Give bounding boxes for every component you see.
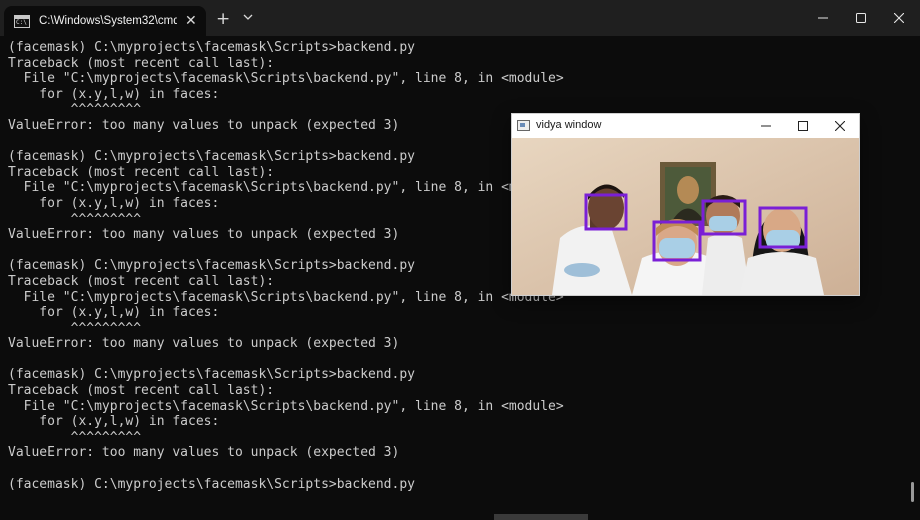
console-line: Traceback (most recent call last): xyxy=(8,383,275,399)
console-line: (facemask) C:\myprojects\facemask\Script… xyxy=(8,367,415,383)
tab-title: C:\Windows\System32\cmd.e xyxy=(39,15,177,27)
video-window-title: vidya window xyxy=(536,119,602,131)
minimize-icon xyxy=(818,17,828,19)
minimize-icon xyxy=(761,125,771,127)
tab-cmd[interactable]: C:\Windows\System32\cmd.e ✕ xyxy=(4,6,206,36)
console-scrollbar[interactable] xyxy=(911,482,914,502)
tab-close-icon[interactable]: ✕ xyxy=(185,13,197,29)
terminal-titlebar[interactable]: C:\Windows\System32\cmd.e ✕ + xyxy=(0,0,920,36)
maximize-icon xyxy=(798,121,808,131)
close-icon xyxy=(835,121,845,131)
close-window-button[interactable] xyxy=(876,0,920,36)
console-line: File "C:\myprojects\facemask\Scripts\bac… xyxy=(8,398,564,414)
app-icon xyxy=(517,120,530,131)
video-close-button[interactable] xyxy=(821,114,859,138)
video-window: vidya window xyxy=(511,113,860,296)
console-line: ValueError: too many values to unpack (e… xyxy=(8,445,400,461)
new-tab-button[interactable]: + xyxy=(216,9,230,29)
console-line: for (x.y,l,w) in faces: xyxy=(8,305,220,321)
console-line: (facemask) C:\myprojects\facemask\Script… xyxy=(8,476,415,492)
console-line: for (x.y,l,w) in faces: xyxy=(8,86,220,102)
console-line: ValueError: too many values to unpack (e… xyxy=(8,336,400,352)
video-titlebar[interactable]: vidya window xyxy=(512,114,859,138)
console-line: Traceback (most recent call last): xyxy=(8,55,275,71)
console-line: (facemask) C:\myprojects\facemask\Script… xyxy=(8,40,415,55)
taskbar-peek xyxy=(494,514,588,520)
tab-dropdown-button[interactable] xyxy=(243,12,253,22)
cmd-icon xyxy=(14,14,30,28)
console-line: for (x.y,l,w) in faces: xyxy=(8,414,220,430)
close-icon xyxy=(894,13,904,23)
camera-frame xyxy=(512,138,859,295)
camera-image xyxy=(512,138,859,295)
console-line: ^^^^^^^^^ xyxy=(8,320,142,336)
maximize-icon xyxy=(856,13,866,23)
console-line: ^^^^^^^^^ xyxy=(8,429,142,445)
video-maximize-button[interactable] xyxy=(784,114,822,138)
video-minimize-button[interactable] xyxy=(747,114,785,138)
console-line: File "C:\myprojects\facemask\Scripts\bac… xyxy=(8,71,564,87)
